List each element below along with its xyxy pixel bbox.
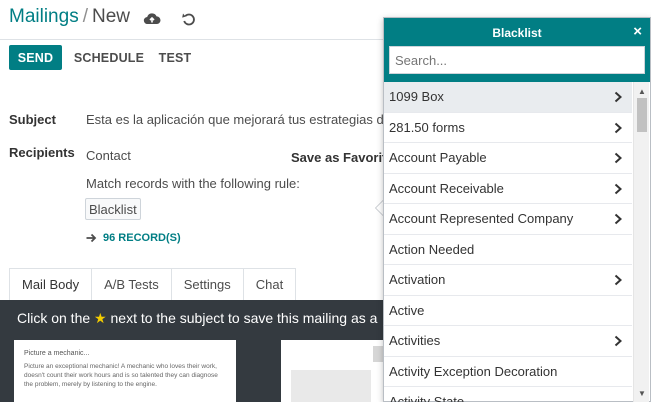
breadcrumb: Mailings / New (9, 6, 130, 28)
tab-settings[interactable]: Settings (170, 268, 244, 300)
chevron-right-icon[interactable] (612, 183, 624, 195)
scrollbar-thumb[interactable] (637, 98, 647, 132)
field-list-item[interactable]: 281.50 forms (384, 113, 632, 143)
blacklist-field-selector-popover: Blacklist × 1099 Box 281.50 forms Account … (383, 17, 651, 402)
tab-chat[interactable]: Chat (242, 268, 297, 300)
notebook-tabs: Mail Body A/B Tests Settings Chat (9, 268, 297, 300)
field-list-item-label: 281.50 forms (389, 119, 465, 135)
breadcrumb-mailings-link[interactable]: Mailings (9, 6, 79, 27)
field-list-item-label: Account Payable (389, 150, 487, 166)
subject-label: Subject (9, 112, 56, 127)
breadcrumb-separator: / (82, 6, 88, 27)
banner-text-before: Click on the (17, 310, 91, 326)
field-list-item[interactable]: 1099 Box (384, 82, 632, 113)
field-list-item-label: Activities (389, 333, 441, 349)
popover-header: Blacklist × (384, 18, 650, 82)
field-list-item-label: Account Represented Company (389, 211, 574, 227)
chevron-right-icon[interactable] (612, 122, 624, 134)
field-list: 1099 Box 281.50 forms Account Payable Accou… (384, 82, 632, 402)
tab-ab-tests[interactable]: A/B Tests (91, 268, 172, 300)
template-preview-card[interactable]: Picture a mechanic... Picture an excepti… (14, 340, 236, 402)
test-button[interactable]: TEST (154, 45, 196, 70)
field-list-item-label: Active (389, 302, 425, 318)
field-list-item[interactable]: Activity State (384, 387, 632, 402)
subject-field[interactable]: Esta es la aplicación que mejorará tus e… (86, 112, 391, 127)
field-list-item[interactable]: Action Needed (384, 235, 632, 265)
field-list-scrollbar[interactable]: ▲ ▼ (633, 82, 649, 402)
records-count-label: 96 RECORD(S) (103, 232, 181, 244)
popover-title: Blacklist (492, 26, 542, 40)
field-list-item[interactable]: Activation (384, 265, 632, 296)
undo-icon[interactable] (180, 10, 198, 28)
field-list-item[interactable]: Account Payable (384, 143, 632, 174)
scroll-down-arrow-icon[interactable]: ▼ (634, 386, 650, 400)
tab-mail-body[interactable]: Mail Body (9, 268, 93, 300)
chevron-right-icon[interactable] (612, 152, 624, 164)
field-list-item[interactable]: Activity Exception Decoration (384, 357, 632, 387)
chevron-right-icon[interactable] (612, 274, 624, 286)
field-list-item[interactable]: Active (384, 296, 632, 326)
recipients-model-field[interactable]: Contact (86, 148, 131, 163)
field-list-item-label: Activity State (389, 394, 465, 402)
chevron-right-icon[interactable] (612, 213, 624, 225)
domain-rule-tag[interactable]: Blacklist (85, 198, 141, 220)
send-button[interactable]: SEND (9, 45, 62, 70)
scroll-up-arrow-icon[interactable]: ▲ (634, 84, 650, 98)
save-as-favorite-link[interactable]: Save as Favorite (291, 150, 394, 165)
cloud-upload-icon[interactable] (143, 10, 161, 28)
favorite-hint-banner: Click on the ★ next to the subject to sa… (17, 310, 377, 327)
domain-rule-text: Match records with the following rule: (86, 176, 300, 191)
star-icon: ★ (94, 310, 107, 326)
arrow-right-icon (86, 233, 97, 243)
template-card-title: Picture a mechanic... (24, 350, 90, 357)
field-list-item-label: Action Needed (389, 241, 475, 257)
field-list-item-label: Activity Exception Decoration (389, 363, 558, 379)
field-list-item-label: Account Receivable (389, 180, 504, 196)
template-card-text: Picture an exceptional mechanic! A mecha… (24, 363, 218, 388)
close-icon[interactable]: × (633, 23, 642, 40)
field-list-item-label: Activation (389, 272, 446, 288)
field-list-item-label: 1099 Box (389, 89, 444, 105)
banner-text-after: next to the subject to save this mailing… (110, 310, 378, 326)
template-preview-card-2[interactable] (281, 340, 391, 402)
popover-arrow (375, 200, 383, 216)
field-list-item[interactable]: Account Represented Company (384, 204, 632, 235)
field-list-item[interactable]: Activities (384, 326, 632, 357)
recipients-label: Recipients (9, 145, 75, 160)
schedule-button[interactable]: SCHEDULE (70, 45, 148, 70)
chevron-right-icon[interactable] (612, 91, 624, 103)
records-count-link[interactable]: 96 RECORD(S) (86, 232, 181, 244)
breadcrumb-current: New (91, 6, 130, 27)
chevron-right-icon[interactable] (612, 335, 624, 347)
field-list-item[interactable]: Account Receivable (384, 174, 632, 204)
template-card-2-image (291, 370, 371, 402)
field-search-input[interactable] (389, 46, 645, 74)
